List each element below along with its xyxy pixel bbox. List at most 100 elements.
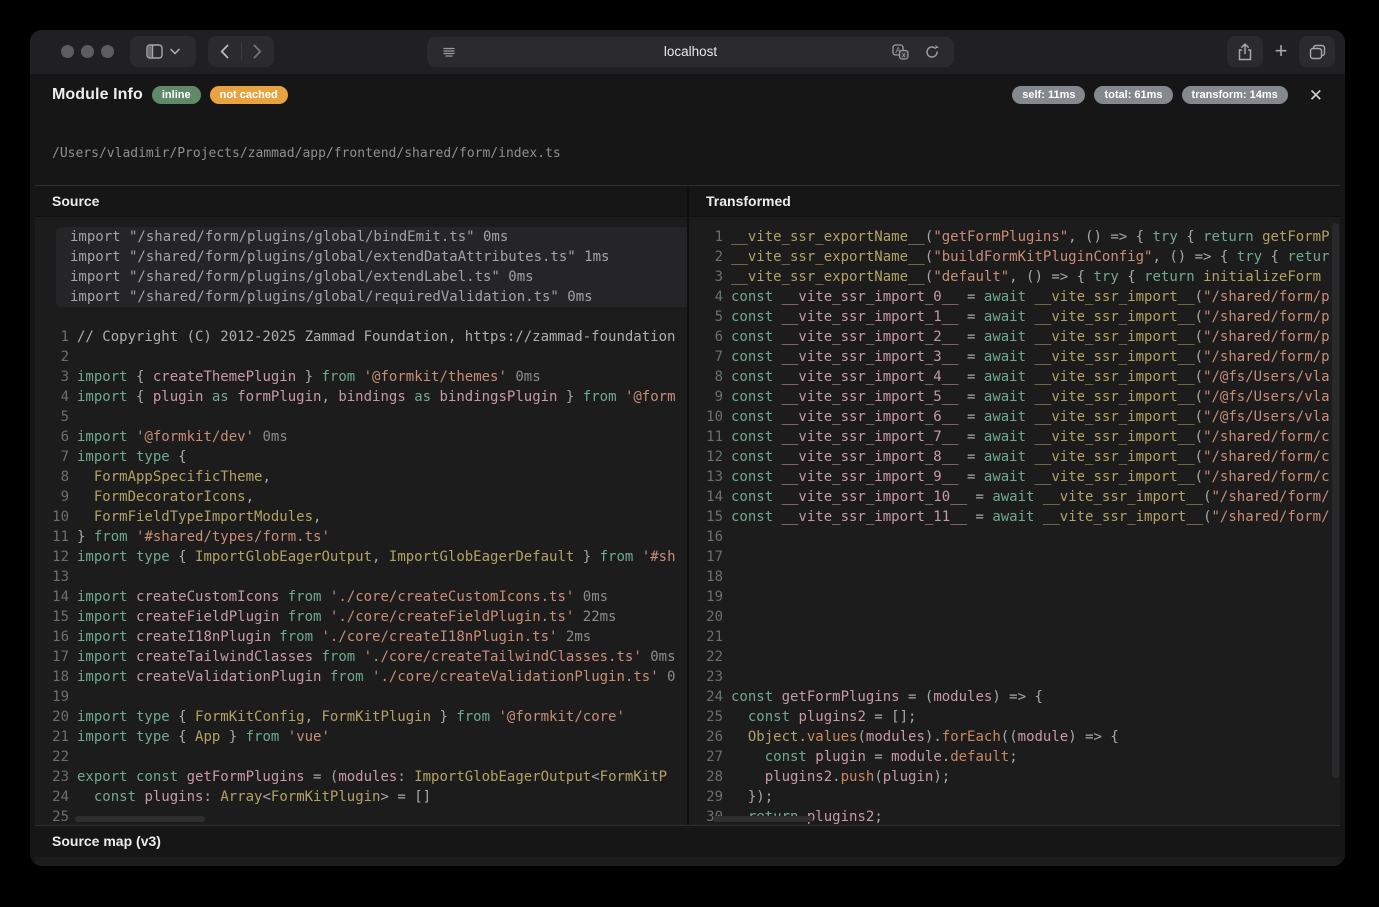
code-line: 13const __vite_ssr_import_9__ = await __…	[689, 467, 1340, 487]
reload-icon[interactable]	[924, 44, 940, 60]
code-line: 18	[689, 567, 1340, 587]
code-line: 26 Object.values(modules).forEach((modul…	[689, 727, 1340, 747]
code-line: 20	[689, 607, 1340, 627]
share-button[interactable]	[1227, 36, 1263, 67]
code-line: 6import '@formkit/dev' 0ms	[35, 427, 687, 447]
line-number: 7	[35, 447, 77, 467]
line-number: 13	[35, 567, 77, 587]
line-number: 3	[689, 267, 731, 287]
code-line: 16	[689, 527, 1340, 547]
code-line: 21	[689, 627, 1340, 647]
line-number: 10	[35, 507, 77, 527]
line-number: 15	[689, 507, 731, 527]
code-line: 24const getFormPlugins = (modules) => {	[689, 687, 1340, 707]
code-line: 12import type { ImportGlobEagerOutput, I…	[35, 547, 687, 567]
code-line: 25 const plugins2 = [];	[689, 707, 1340, 727]
code-line: 19	[35, 687, 687, 707]
code-line: 3import { createThemePlugin } from '@for…	[35, 367, 687, 387]
line-number: 20	[689, 607, 731, 627]
screenshot-root: localhost Ax + Module Info inline n	[0, 0, 1379, 907]
line-number: 10	[689, 407, 731, 427]
line-number: 22	[35, 747, 77, 767]
nav-buttons-group	[208, 36, 274, 67]
traffic-light-close[interactable]	[61, 45, 74, 58]
source-panel-title: Source	[35, 186, 687, 216]
code-line: 21import type { App } from 'vue'	[35, 727, 687, 747]
sourcemap-panel: Source map (v3) 1;;;AAEA;AAAkC;AAAA;AAAA…	[35, 825, 1340, 866]
code-line: 6const __vite_ssr_import_2__ = await __v…	[689, 327, 1340, 347]
code-line: 10 FormFieldTypeImportModules,	[35, 507, 687, 527]
new-tab-button[interactable]: +	[1267, 35, 1295, 66]
source-hscrollbar-thumb[interactable]	[75, 816, 205, 822]
code-line: 11} from '#shared/types/form.ts'	[35, 527, 687, 547]
code-line: 14const __vite_ssr_import_10__ = await _…	[689, 487, 1340, 507]
transformed-vscrollbar-thumb[interactable]	[1332, 223, 1339, 778]
code-line: 2	[35, 347, 687, 367]
transformed-panel-title: Transformed	[689, 186, 1340, 216]
inline-badge: inline	[152, 86, 201, 104]
line-number: 8	[35, 467, 77, 487]
code-line: 9 FormDecoratorIcons,	[35, 487, 687, 507]
code-line: 23export const getFormPlugins = (modules…	[35, 767, 687, 787]
code-line: 11const __vite_ssr_import_7__ = await __…	[689, 427, 1340, 447]
chevron-down-icon	[170, 48, 180, 55]
line-number: 6	[689, 327, 731, 347]
line-number: 1	[689, 227, 731, 247]
translate-icon[interactable]: Ax	[892, 44, 908, 60]
traffic-light-zoom[interactable]	[101, 45, 114, 58]
line-number: 13	[689, 467, 731, 487]
preview-import-line: import "/shared/form/plugins/global/exte…	[70, 267, 687, 287]
line-number: 22	[689, 647, 731, 667]
forward-button[interactable]	[242, 44, 275, 59]
code-line: 22	[689, 647, 1340, 667]
total-time-pill: total: 61ms	[1094, 86, 1172, 104]
code-line: 17	[689, 547, 1340, 567]
line-number: 26	[689, 727, 731, 747]
line-number: 4	[35, 387, 77, 407]
tab-overview-button[interactable]	[1299, 36, 1335, 67]
address-bar[interactable]: localhost Ax	[427, 37, 954, 67]
code-line: 14import createCustomIcons from './core/…	[35, 587, 687, 607]
back-button[interactable]	[208, 44, 241, 59]
line-number: 4	[689, 287, 731, 307]
sidebar-icon	[146, 44, 163, 59]
code-line: 15import createFieldPlugin from './core/…	[35, 607, 687, 627]
code-line: 4import { plugin as formPlugin, bindings…	[35, 387, 687, 407]
source-code-area[interactable]: import "/shared/form/plugins/global/bind…	[35, 217, 687, 826]
preview-import-line: import "/shared/form/plugins/global/exte…	[70, 247, 687, 267]
line-number: 1	[35, 327, 77, 347]
code-line: 10const __vite_ssr_import_6__ = await __…	[689, 407, 1340, 427]
line-number: 15	[35, 607, 77, 627]
close-icon[interactable]: ✕	[1309, 87, 1323, 104]
line-number: 16	[689, 527, 731, 547]
sidebar-toggle-button[interactable]	[130, 36, 196, 67]
line-number: 21	[689, 627, 731, 647]
code-line: 13	[35, 567, 687, 587]
preview-import-line: import "/shared/form/plugins/global/requ…	[70, 287, 687, 307]
line-number: 23	[689, 667, 731, 687]
line-number: 12	[35, 547, 77, 567]
line-number: 14	[35, 587, 77, 607]
code-line: 5	[35, 407, 687, 427]
line-number: 8	[689, 367, 731, 387]
code-line: 15const __vite_ssr_import_11__ = await _…	[689, 507, 1340, 527]
plugin-imports-preview: import "/shared/form/plugins/global/bind…	[56, 227, 687, 307]
transform-time-pill: transform: 14ms	[1182, 86, 1288, 104]
line-number: 7	[689, 347, 731, 367]
line-number: 11	[689, 427, 731, 447]
traffic-light-minimize[interactable]	[81, 45, 94, 58]
code-line: 12const __vite_ssr_import_8__ = await __…	[689, 447, 1340, 467]
line-number: 18	[689, 567, 731, 587]
module-file-path: /Users/vladimir/Projects/zammad/app/fron…	[52, 146, 561, 161]
line-number: 5	[35, 407, 77, 427]
code-line: 23	[689, 667, 1340, 687]
line-number: 1	[35, 864, 77, 866]
source-code-lines: 1// Copyright (C) 2012-2025 Zammad Found…	[35, 327, 687, 826]
transformed-panel: Transformed 1__vite_ssr_exportName__("ge…	[689, 186, 1340, 826]
transformed-code-area[interactable]: 1__vite_ssr_exportName__("getFormPlugins…	[689, 217, 1340, 826]
source-panel: Source import "/shared/form/plugins/glob…	[35, 186, 687, 826]
transformed-hscrollbar-thumb[interactable]	[713, 816, 813, 822]
sourcemap-code-area[interactable]: 1;;;AAEA;AAAkC;AAAA;AAAA;AAAA;AAClC;AAEA…	[35, 857, 1340, 866]
line-number: 2	[35, 347, 77, 367]
url-text: localhost	[427, 37, 954, 67]
